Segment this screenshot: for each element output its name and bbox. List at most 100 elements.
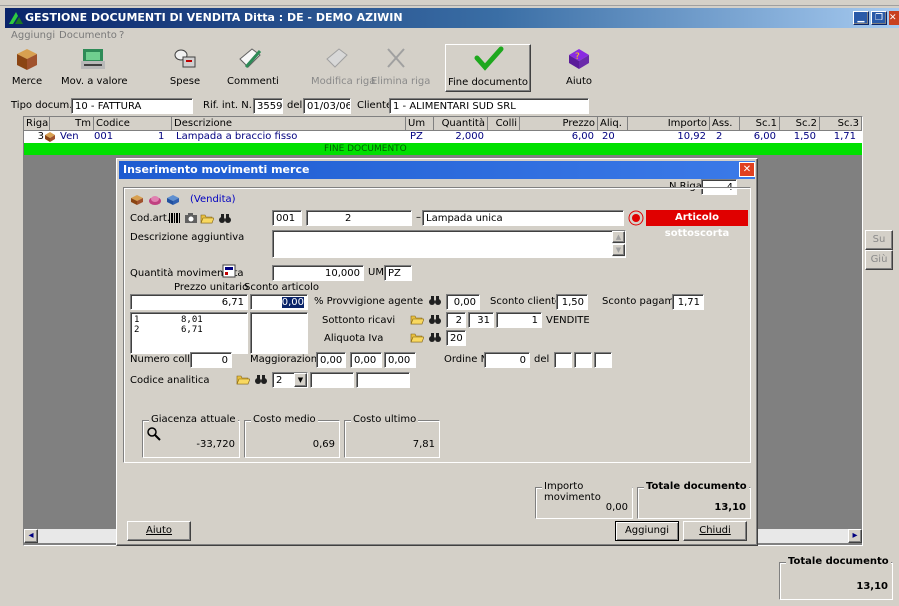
aggiungi-button[interactable]: Aggiungi [615, 521, 679, 541]
binoculars-icon[interactable] [428, 331, 442, 343]
sottoconto-c[interactable]: 1 [496, 312, 542, 328]
provv-label: % Provvigione agente [314, 296, 424, 307]
col-tm[interactable]: Tm [50, 117, 94, 131]
binoculars-icon[interactable] [428, 294, 442, 306]
menu-documento[interactable]: Documento [59, 30, 117, 41]
sottoconto-b[interactable]: 31 [468, 312, 494, 328]
analitica-field-3[interactable] [356, 372, 410, 388]
prezzo-list[interactable]: 1 8,01 2 6,71 [130, 312, 248, 354]
col-quantita[interactable]: Quantità [434, 117, 488, 131]
aiuto-toolbar-button[interactable]: ? Aiuto [561, 44, 597, 92]
um-field[interactable]: PZ [384, 265, 412, 281]
su-button[interactable]: Su [865, 230, 893, 250]
elimina-riga-button[interactable]: Elimina riga [371, 44, 430, 92]
iva-field[interactable]: 20 [446, 330, 466, 346]
cell-riga: 3 [37, 131, 44, 142]
magnifier-icon[interactable] [147, 427, 161, 441]
col-aliq[interactable]: Aliq. [598, 117, 628, 131]
camera-icon[interactable] [184, 212, 198, 224]
modifica-riga-button[interactable]: Modifica riga [311, 44, 375, 92]
calc-icon[interactable] [222, 264, 236, 278]
col-codice[interactable]: Codice [94, 117, 172, 131]
qta-field[interactable]: 10,000 [272, 265, 364, 281]
minimize-button[interactable]: ▁ [853, 11, 869, 25]
tipo-label: Tipo docum.: [11, 100, 76, 111]
list-item[interactable]: 2 6,71 [134, 325, 244, 335]
codart-field[interactable]: 001 [272, 210, 302, 226]
ordine-date-1[interactable] [554, 352, 572, 368]
barcode-icon[interactable] [168, 212, 182, 224]
col-colli[interactable]: Colli [488, 117, 520, 131]
sconto-pag-label: Sconto pagam. [602, 296, 678, 307]
table-row[interactable]: 3 Ven 001 1 Lampada a braccio fisso PZ 2… [24, 131, 862, 143]
aiuto-button[interactable]: Aiuto [127, 521, 191, 541]
colli-field[interactable]: 0 [190, 352, 232, 368]
ordine-date-3[interactable] [594, 352, 612, 368]
rif-field[interactable]: 3559 [253, 98, 283, 114]
col-sc3[interactable]: Sc.3 [820, 117, 862, 131]
menu-aggiungi[interactable]: Aggiungi [11, 30, 55, 41]
close-icon[interactable]: ✕ [889, 11, 899, 25]
open-folder-icon[interactable] [410, 331, 425, 343]
comment-icon [227, 44, 273, 72]
col-sc1[interactable]: Sc.1 [740, 117, 780, 131]
descr-agg-field[interactable] [272, 230, 626, 258]
grid-header: Riga Tm Codice Descrizione Um Quantità C… [24, 117, 862, 131]
scroll-left-button[interactable]: ◂ [24, 529, 38, 543]
prezzo-field[interactable]: 6,71 [130, 294, 248, 310]
ordine-date-2[interactable] [574, 352, 592, 368]
descr-agg-scrollbar[interactable]: ▲ ▼ [612, 231, 625, 257]
chiudi-button[interactable]: Chiudi [683, 521, 747, 541]
col-riga[interactable]: Riga [24, 117, 50, 131]
sconto-list[interactable] [250, 312, 308, 354]
sconto-art-field[interactable]: 0,00 [250, 294, 308, 310]
descr-scroll-down[interactable]: ▼ [612, 244, 625, 256]
restore-button[interactable]: ❐ [871, 11, 887, 25]
date-field[interactable]: 01/03/06 [303, 98, 351, 114]
col-um[interactable]: Um [406, 117, 434, 131]
merce-button[interactable]: Merce [9, 44, 45, 92]
sconto-cli-field[interactable]: 1,50 [556, 294, 588, 310]
analitica-select[interactable]: 2 ▼ [272, 372, 308, 388]
col-sc2[interactable]: Sc.2 [780, 117, 820, 131]
dialog-close-icon[interactable]: ✕ [739, 162, 755, 177]
codart-var-field[interactable]: 2 [306, 210, 412, 226]
open-folder-icon[interactable] [410, 313, 425, 325]
ordine-field[interactable]: 0 [484, 352, 530, 368]
spese-button[interactable]: Spese [165, 44, 205, 92]
transfer-mode-icon[interactable] [166, 194, 180, 206]
codart-desc-field[interactable]: Lampada unica [422, 210, 624, 226]
col-importo[interactable]: Importo [628, 117, 710, 131]
purchase-mode-icon[interactable] [148, 194, 162, 206]
open-folder-icon[interactable] [200, 212, 215, 224]
open-folder-icon[interactable] [236, 373, 251, 385]
col-descrizione[interactable]: Descrizione [172, 117, 406, 131]
sale-mode-icon[interactable] [130, 194, 144, 206]
binoculars-icon[interactable] [218, 212, 232, 224]
col-ass[interactable]: Ass. [710, 117, 740, 131]
sottoconto-a[interactable]: 2 [446, 312, 466, 328]
binoculars-icon[interactable] [254, 373, 268, 385]
scroll-right-button[interactable]: ▸ [848, 529, 862, 543]
descr-scroll-up[interactable]: ▲ [612, 231, 625, 243]
magg-field-3[interactable]: 0,00 [384, 352, 416, 368]
menu-help[interactable]: ? [119, 30, 124, 41]
fine-documento-button[interactable]: Fine documento [445, 44, 531, 92]
magg-field-2[interactable]: 0,00 [350, 352, 382, 368]
binoculars-icon[interactable] [428, 313, 442, 325]
del-label: del [287, 100, 303, 111]
col-prezzo[interactable]: Prezzo [520, 117, 598, 131]
magg-field-1[interactable]: 0,00 [316, 352, 346, 368]
mov-valore-button[interactable]: Mov. a valore [61, 44, 128, 92]
cliente-field[interactable]: 1 - ALIMENTARI SUD SRL [389, 98, 589, 114]
commenti-button[interactable]: Commenti [227, 44, 279, 92]
provv-field[interactable]: 0,00 [446, 294, 480, 310]
sconto-pag-field[interactable]: 1,71 [672, 294, 704, 310]
giu-button[interactable]: Giù [865, 250, 893, 270]
tipo-field[interactable]: 10 - FATTURA [71, 98, 193, 114]
list-item[interactable]: 1 8,01 [134, 315, 244, 325]
chevron-down-icon[interactable]: ▼ [294, 373, 307, 387]
outer-total-value: 13,10 [856, 581, 888, 592]
end-marker-row[interactable]: FINE DOCUMENTO [24, 143, 862, 155]
analitica-field-2[interactable] [310, 372, 354, 388]
